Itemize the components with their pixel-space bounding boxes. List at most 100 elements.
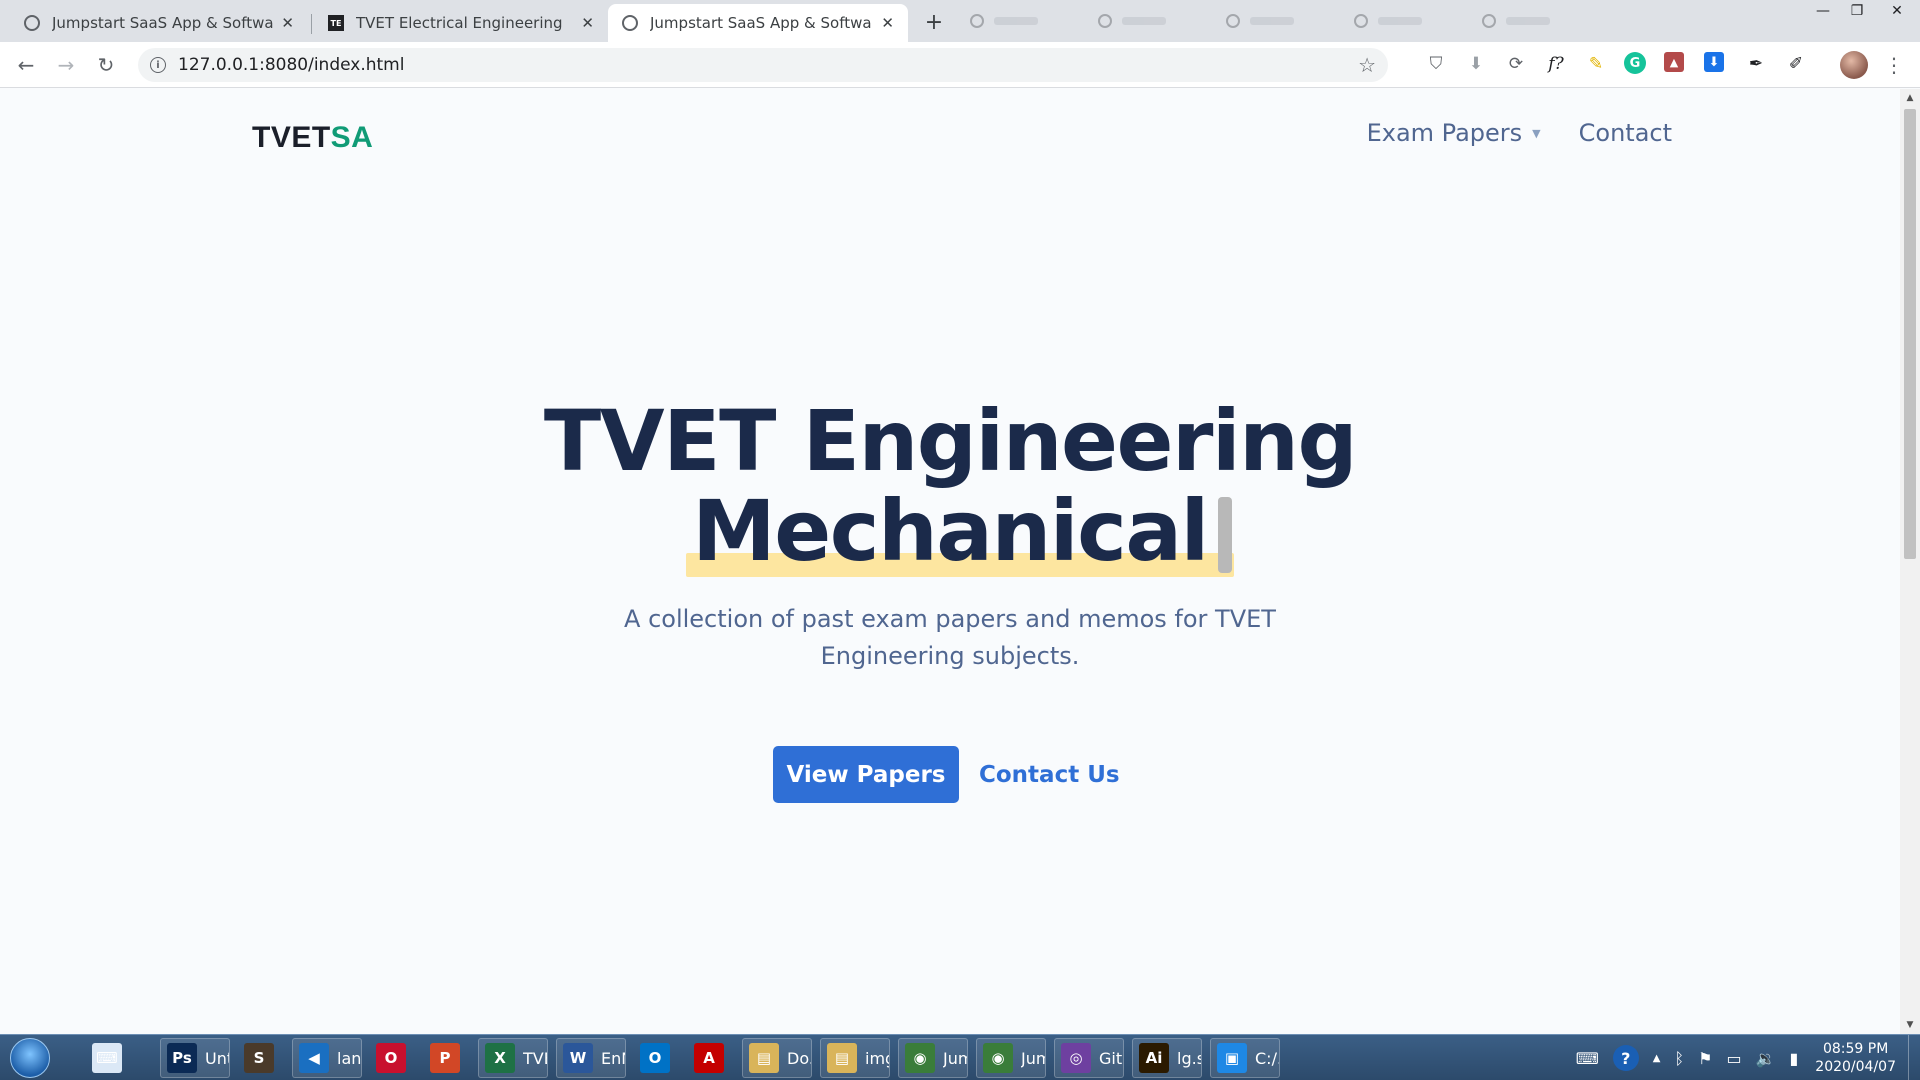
download-manager-icon[interactable]: ⬇: [1704, 52, 1724, 72]
browser-toolbar: ← → ↻ i 127.0.0.1:8080/index.html ☆ ⛉ ⬇ …: [0, 42, 1920, 88]
profile-avatar[interactable]: [1840, 51, 1868, 79]
folder-icon: ▤: [749, 1043, 779, 1073]
taskbar-app-label: Git...: [1099, 1048, 1123, 1068]
taskbar-app-label: EnN...: [601, 1048, 625, 1068]
scroll-down-arrow-icon[interactable]: ▼: [1900, 1018, 1920, 1032]
show-hidden-icons[interactable]: ▲: [1653, 1053, 1661, 1064]
reload-button[interactable]: ↻: [92, 51, 120, 79]
view-papers-button[interactable]: View Papers: [773, 746, 959, 803]
page-viewport: TVETSA Exam Papers ▼ Contact TVET Engine…: [0, 89, 1900, 1034]
help-icon[interactable]: ?: [1612, 1045, 1639, 1071]
collapsed-tab[interactable]: [1470, 6, 1598, 36]
taskbar-app-excel[interactable]: X TVE...: [478, 1038, 548, 1078]
taskbar-app-label: Jum...: [1021, 1048, 1045, 1068]
collapsed-tab[interactable]: [1214, 6, 1342, 36]
bookmark-star-icon[interactable]: ☆: [1358, 53, 1376, 77]
taskbar-app-illustrator[interactable]: Ai lg.s...: [1132, 1038, 1202, 1078]
taskbar-app-label: Jum...: [943, 1048, 967, 1068]
collapsed-tab[interactable]: [1342, 6, 1470, 36]
network-icon[interactable]: ▭: [1726, 1049, 1741, 1068]
bluetooth-icon[interactable]: ᛒ: [1674, 1049, 1684, 1068]
volume-icon[interactable]: 🔉: [1756, 1049, 1776, 1068]
tab-title: Jumpstart SaaS App & Software Tem: [650, 14, 872, 32]
taskbar-app-sublime[interactable]: S: [238, 1038, 284, 1078]
globe-icon: [24, 15, 40, 31]
pocket-icon[interactable]: ⛉: [1424, 52, 1448, 76]
wand-extension-icon[interactable]: ✐: [1784, 52, 1808, 76]
taskbar-app-photoshop[interactable]: Ps Unti...: [160, 1038, 230, 1078]
browser-tab[interactable]: TE TVET Electrical Engineering ✕: [314, 4, 608, 42]
typed-word: Mechanical: [686, 489, 1234, 577]
taskbar-app-terminal[interactable]: ▣ C:/...: [1210, 1038, 1280, 1078]
nav-exam-papers-dropdown[interactable]: Exam Papers ▼: [1367, 119, 1541, 147]
collapsed-tab[interactable]: [958, 6, 1086, 36]
browser-menu-icon[interactable]: ⋮: [1880, 51, 1908, 79]
sync-icon[interactable]: ⟳: [1504, 52, 1528, 76]
caret-down-icon: ▼: [1532, 126, 1541, 140]
tab-title-placeholder: [1378, 17, 1422, 25]
taskbar-app-outlook[interactable]: O: [634, 1038, 680, 1078]
globe-icon: [1482, 14, 1496, 28]
grammarly-icon[interactable]: G: [1624, 52, 1646, 74]
browser-tab[interactable]: Jumpstart SaaS App & Software Tem ✕: [10, 4, 308, 42]
pdf-extension-icon[interactable]: ▲: [1664, 52, 1684, 72]
outlook-icon: O: [640, 1043, 670, 1073]
start-button[interactable]: [10, 1038, 50, 1078]
nav-contact-link[interactable]: Contact: [1579, 119, 1672, 147]
close-window-button[interactable]: ✕: [1874, 0, 1920, 22]
close-tab-icon[interactable]: ✕: [581, 14, 594, 32]
address-url[interactable]: 127.0.0.1:8080/index.html: [178, 55, 404, 75]
hero-lead-text: A collection of past exam papers and mem…: [624, 605, 1276, 670]
taskbar-app-folder[interactable]: ▤ img: [820, 1038, 890, 1078]
tab-title-placeholder: [1122, 17, 1166, 25]
address-bar[interactable]: i 127.0.0.1:8080/index.html ☆: [138, 48, 1388, 82]
scrollbar-thumb[interactable]: [1904, 109, 1916, 559]
download-extension-icon[interactable]: ⬇: [1464, 52, 1488, 76]
taskbar-app-vscode[interactable]: ◀ lan...: [292, 1038, 362, 1078]
taskbar-app-github[interactable]: ◎ Git...: [1054, 1038, 1124, 1078]
window-controls: — ❐ ✕: [1806, 0, 1920, 24]
clock[interactable]: 08:59 PM 2020/04/07: [1815, 1040, 1896, 1076]
close-tab-icon[interactable]: ✕: [881, 14, 894, 32]
logo-suffix: SA: [330, 121, 374, 154]
close-tab-icon[interactable]: ✕: [281, 14, 294, 32]
taskbar-app-acrobat[interactable]: A: [688, 1038, 734, 1078]
formula-icon[interactable]: f?: [1544, 52, 1568, 76]
taskbar-app-chrome[interactable]: ◉ Jum...: [976, 1038, 1046, 1078]
taskbar-app-folder[interactable]: ▤ Do...: [742, 1038, 812, 1078]
keyboard-tray-icon[interactable]: ⌨: [1576, 1049, 1599, 1068]
taskbar-app-word[interactable]: W EnN...: [556, 1038, 626, 1078]
scroll-up-arrow-icon[interactable]: ▲: [1900, 91, 1920, 105]
new-tab-button[interactable]: +: [920, 8, 948, 36]
tab-title-placeholder: [994, 17, 1038, 25]
typed-word-text: Mechanical: [692, 482, 1209, 580]
highlighter-icon[interactable]: ✎: [1584, 52, 1608, 76]
collapsed-tab[interactable]: [1086, 6, 1214, 36]
taskbar-app-opera[interactable]: O: [370, 1038, 416, 1078]
keyboard-icon: ⌨: [92, 1043, 122, 1073]
restore-button[interactable]: ❐: [1840, 0, 1874, 22]
github-icon: ◎: [1061, 1043, 1091, 1073]
taskbar-app-powerpoint[interactable]: P: [424, 1038, 470, 1078]
show-desktop-button[interactable]: [1908, 1035, 1920, 1080]
taskbar-app-chrome[interactable]: ◉ Jum...: [898, 1038, 968, 1078]
globe-icon: [1098, 14, 1112, 28]
contact-us-link[interactable]: Contact Us: [979, 746, 1120, 803]
typing-cursor: [1217, 497, 1232, 573]
powerpoint-icon: P: [430, 1043, 460, 1073]
signal-icon[interactable]: ▮: [1789, 1049, 1798, 1068]
page-scrollbar[interactable]: ▲ ▼: [1900, 89, 1920, 1034]
vscode-icon: ◀: [299, 1043, 329, 1073]
minimize-button[interactable]: —: [1806, 0, 1840, 22]
action-center-flag-icon[interactable]: ⚑: [1698, 1049, 1712, 1068]
browser-tab-active[interactable]: Jumpstart SaaS App & Software Tem ✕: [608, 4, 908, 42]
globe-icon: [622, 15, 638, 31]
hero-title-line-1: TVET Engineering: [543, 392, 1358, 490]
site-logo[interactable]: TVETSA: [252, 121, 373, 155]
forward-button[interactable]: →: [52, 51, 80, 79]
tab-title: TVET Electrical Engineering: [356, 14, 563, 32]
site-info-icon[interactable]: i: [150, 57, 166, 73]
pen-extension-icon[interactable]: ✒: [1744, 52, 1768, 76]
back-button[interactable]: ←: [12, 51, 40, 79]
taskbar-app-keyboard[interactable]: ⌨: [86, 1038, 142, 1078]
